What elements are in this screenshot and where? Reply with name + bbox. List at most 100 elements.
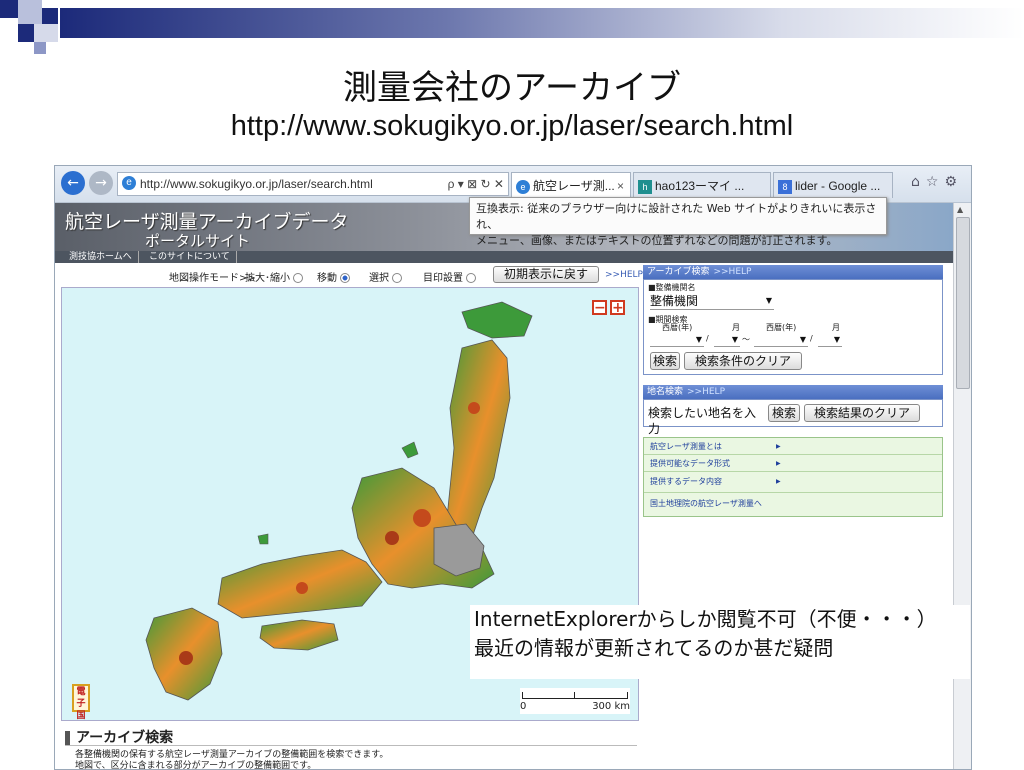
zoom-in-button[interactable]: +: [610, 300, 625, 315]
mode-label: 地図操作モード>>: [169, 273, 256, 284]
place-search-header: 地名検索 >>HELP: [643, 385, 943, 399]
info-link[interactable]: 国土地理院の航空レーザ測量へ: [650, 498, 762, 509]
date-separator: /: [810, 334, 813, 343]
select-radio[interactable]: [392, 273, 402, 283]
back-button[interactable]: ←: [61, 171, 85, 195]
archive-search-button[interactable]: 検索: [650, 352, 680, 370]
place-search-input[interactable]: 検索したい地名を入力: [648, 405, 764, 436]
denshi-kokudo-logo[interactable]: 電子国土: [72, 684, 90, 720]
info-link-label: 国土地理院の航空レーザ測量へ: [650, 499, 762, 508]
slide-title: 測量会社のアーカイブ: [343, 68, 681, 108]
kanto-shape: [433, 523, 485, 577]
zoom-radio[interactable]: [293, 273, 303, 283]
denshi-logo-line: 国土: [76, 711, 86, 721]
nav-link-about[interactable]: このサイトについて: [143, 251, 237, 263]
archive-search-box: ■整備機関名 整備機関 ▼ ■期間検索 西暦(年) 月 西暦(年) 月 ▼ / ▼…: [643, 279, 943, 375]
ie-page-icon: e: [516, 179, 530, 194]
archive-heading-text: アーカイブ検索: [76, 730, 174, 746]
deco-gradient-bar: [60, 8, 1024, 38]
info-links-box: 航空レーザ測量とは ▶ 提供可能なデータ形式 ▶ 提供するデータ内容 ▶ 国土地理院の…: [643, 437, 943, 517]
divider: [644, 492, 942, 493]
browser-window: ← → e http://www.sokugikyo.or.jp/laser/s…: [54, 165, 972, 770]
map-help-link[interactable]: >>HELP: [605, 270, 643, 280]
gear-icon[interactable]: ⚙: [944, 174, 963, 190]
year-to-select[interactable]: ▼: [754, 332, 808, 347]
reset-view-button[interactable]: 初期表示に戻す: [493, 266, 599, 283]
place-input-text: 検索したい地名を入力: [648, 406, 757, 436]
toolbar-icons: ⌂☆⚙: [911, 174, 963, 190]
place-search-title: 地名検索: [647, 387, 684, 397]
shikoku-shape: [259, 619, 339, 651]
address-controls[interactable]: ρ ▾ ⊠ ↻ ✕: [448, 173, 504, 195]
org-select[interactable]: 整備機関 ▼: [650, 293, 774, 310]
place-clear-button[interactable]: 検索結果のクリア: [804, 404, 920, 422]
zoom-mode[interactable]: 拡大･縮小: [245, 269, 303, 284]
move-mode-label: 移動: [317, 273, 337, 284]
info-link[interactable]: 提供可能なデータ形式 ▶: [650, 458, 781, 469]
month-from-select[interactable]: ▼: [714, 332, 740, 347]
place-help-link[interactable]: >>HELP: [687, 387, 725, 397]
address-bar[interactable]: e http://www.sokugikyo.or.jp/laser/searc…: [117, 172, 509, 196]
slide-decoration: [0, 0, 1024, 60]
deco-square: [42, 8, 58, 24]
archive-help-link[interactable]: >>HELP: [713, 267, 751, 277]
info-link-label: 航空レーザ測量とは: [650, 442, 722, 451]
deco-square: [18, 24, 34, 42]
info-link[interactable]: 提供するデータ内容 ▶: [650, 476, 781, 487]
scale-end-label: 300 km: [592, 701, 630, 712]
move-radio[interactable]: [340, 273, 350, 283]
archive-search-header: アーカイブ検索 >>HELP: [643, 265, 943, 279]
compat-line: 互換表示: 従来のブラウザー向けに設計された Web サイトがよりきれいに表示さ…: [476, 202, 877, 231]
tab-google[interactable]: 8 lider - Google ...: [773, 172, 893, 198]
archive-search-title: アーカイブ検索: [647, 267, 710, 277]
move-mode[interactable]: 移動: [317, 269, 350, 284]
archive-clear-button[interactable]: 検索条件のクリア: [684, 352, 802, 370]
marker-radio[interactable]: [466, 273, 476, 283]
home-icon[interactable]: ⌂: [911, 174, 926, 190]
marker-mode-label: 目印設置: [423, 273, 463, 284]
vertical-scrollbar[interactable]: ▲: [953, 203, 971, 769]
deco-square: [18, 0, 42, 24]
scale-start-label: 0: [520, 701, 527, 712]
chevron-down-icon: ▼: [799, 335, 806, 344]
triangle-right-icon: ▶: [776, 443, 781, 450]
divider: [644, 454, 942, 455]
favorites-icon[interactable]: ☆: [926, 174, 945, 190]
archive-description: 各整備機関の保有する航空レーザ測量アーカイブの整備範囲を検索できます。 地図で、…: [75, 750, 389, 770]
scroll-up-icon[interactable]: ▲: [957, 205, 963, 214]
map-toolbar: 地図操作モード>> 拡大･縮小 移動 選択 目印設置 初期表示に戻す >>HEL…: [55, 265, 643, 285]
scale-line: [522, 692, 628, 699]
info-link-label: 提供可能なデータ形式: [650, 459, 730, 468]
commentary-callout: InternetExplorerからしか閲覧不可（不便・・・） 最近の情報が更新…: [470, 605, 970, 679]
select-mode[interactable]: 選択: [369, 269, 402, 284]
slide-subtitle: http://www.sokugikyo.or.jp/laser/search.…: [230, 110, 794, 142]
org-select-value: 整備機関: [650, 294, 699, 308]
tab-close-icon[interactable]: ×: [617, 173, 624, 199]
scroll-thumb[interactable]: [956, 217, 970, 389]
info-link[interactable]: 航空レーザ測量とは ▶: [650, 441, 781, 452]
year-from-select[interactable]: ▼: [650, 332, 704, 347]
forward-button[interactable]: →: [89, 171, 113, 195]
tab-hao123[interactable]: h hao123ーマイ ...: [633, 172, 771, 198]
chevron-down-icon: ▼: [765, 296, 772, 305]
date-separator: /: [706, 334, 709, 343]
triangle-right-icon: ▶: [776, 478, 781, 485]
month-to-select[interactable]: ▼: [818, 332, 842, 347]
site-subtitle: ポータルサイト: [145, 232, 251, 250]
triangle-right-icon: ▶: [776, 460, 781, 467]
tab-active[interactable]: e 航空レーザ測... ×: [511, 172, 631, 198]
site-nav: 測技協ホームへ このサイトについて: [55, 251, 953, 263]
archive-desc-line: 地図で、区分に含まれる部分がアーカイブの整備範囲です。: [75, 761, 317, 770]
nav-link-home[interactable]: 測技協ホームへ: [63, 251, 139, 263]
ie-logo-icon: e: [122, 176, 136, 190]
archive-desc-line: 各整備機関の保有する航空レーザ測量アーカイブの整備範囲を検索できます。: [75, 750, 389, 760]
zoom-out-button[interactable]: −: [592, 300, 607, 315]
range-separator: 〜: [742, 335, 750, 344]
zoom-mode-label: 拡大･縮小: [245, 273, 290, 284]
deco-square: [34, 42, 46, 54]
hokkaido-tip-shape: [461, 301, 533, 339]
web-page: 航空レーザ測量アーカイブデータ ポータルサイト 互換表示: 従来のブラウザー向け…: [55, 197, 953, 770]
marker-mode[interactable]: 目印設置: [423, 269, 476, 284]
place-search-button[interactable]: 検索: [768, 404, 800, 422]
tab-label: hao123ーマイ ...: [655, 179, 745, 193]
